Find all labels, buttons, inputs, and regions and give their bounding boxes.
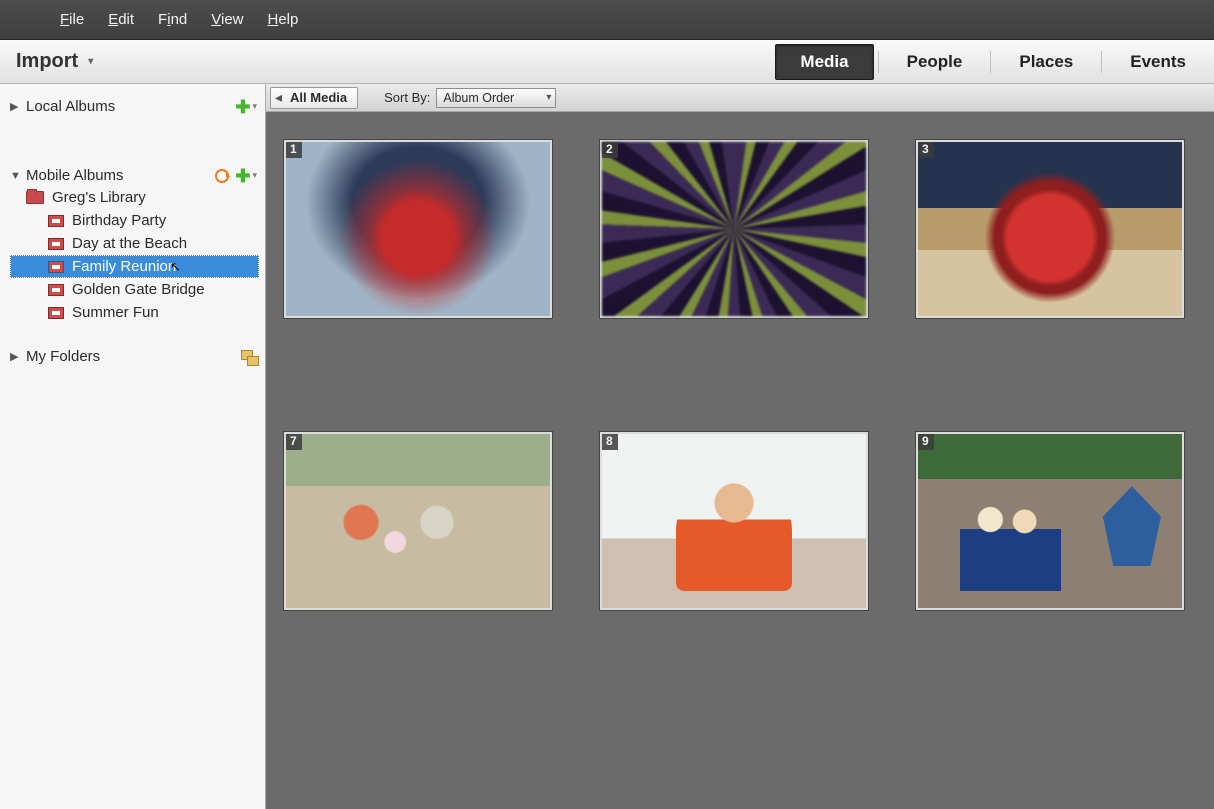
sort-select[interactable]: Album Order	[436, 88, 556, 108]
main-area: ▶Local Albums ✚▾ ▼Mobile Albums ✚▾ Gr	[0, 84, 1214, 809]
separator	[990, 51, 991, 73]
album-icon	[48, 238, 64, 250]
chevron-down-icon: ▾	[252, 170, 257, 181]
plus-icon[interactable]: ✚	[235, 169, 250, 183]
thumbnail-image	[918, 142, 1182, 316]
thumbnail-number: 8	[602, 434, 618, 450]
section-my-folders: ▶ My Folders	[10, 346, 259, 367]
album-icon	[48, 261, 64, 273]
mobile-albums-label: Mobile Albums	[26, 167, 124, 184]
album-label: Golden Gate Bridge	[72, 281, 205, 298]
caret-right-icon: ▶	[10, 100, 20, 113]
import-label: Import	[16, 50, 78, 73]
sidebar-album-item[interactable]: Summer Fun	[10, 301, 259, 324]
thumbnail[interactable]: 8	[600, 432, 868, 610]
thumbnail-number: 1	[286, 142, 302, 158]
thumbnail-image	[602, 142, 866, 316]
all-media-label: All Media	[290, 90, 347, 105]
thumbnail-number: 9	[918, 434, 934, 450]
content-area: ◂ All Media Sort By: Album Order 1 2 3 7 8 9	[266, 84, 1214, 809]
chevron-down-icon: ▾	[88, 56, 93, 67]
thumbnail[interactable]: 9	[916, 432, 1184, 610]
thumbnail[interactable]: 2	[600, 140, 868, 318]
separator	[1101, 51, 1102, 73]
import-button[interactable]: Import ▾	[16, 50, 93, 73]
tab-places[interactable]: Places	[995, 44, 1097, 80]
back-icon: ◂	[275, 89, 282, 106]
thumbnail-number: 7	[286, 434, 302, 450]
my-folders-header[interactable]: ▶ My Folders	[10, 346, 259, 367]
all-media-breadcrumb[interactable]: ◂ All Media	[270, 87, 358, 109]
sync-icon[interactable]	[215, 169, 229, 183]
sidebar-album-item[interactable]: Golden Gate Bridge	[10, 278, 259, 301]
tab-events[interactable]: Events	[1106, 44, 1210, 80]
filter-bar: ◂ All Media Sort By: Album Order	[266, 84, 1214, 112]
thumbnail[interactable]: 7	[284, 432, 552, 610]
album-icon	[48, 284, 64, 296]
thumbnail-image	[918, 434, 1182, 608]
sort-controls: Sort By: Album Order	[384, 88, 556, 108]
sidebar: ▶Local Albums ✚▾ ▼Mobile Albums ✚▾ Gr	[0, 84, 266, 809]
thumbnail-grid: 1 2 3 7 8 9	[284, 140, 1196, 610]
chevron-down-icon: ▾	[252, 101, 257, 112]
caret-right-icon: ▶	[10, 350, 20, 363]
thumbnail[interactable]: 1	[284, 140, 552, 318]
album-label: Birthday Party	[72, 212, 166, 229]
menu-find[interactable]: Find	[158, 11, 187, 28]
menu-bar: File Edit Find View Help	[0, 0, 1214, 40]
section-mobile-albums: ▼ Mobile Albums ✚▾ Greg's Library Birthda…	[10, 165, 259, 324]
view-tabs: Media People Places Events	[775, 40, 1214, 83]
sort-value: Album Order	[443, 91, 514, 105]
sidebar-album-item[interactable]: Day at the Beach	[10, 232, 259, 255]
library-label: Greg's Library	[52, 189, 146, 206]
thumbnail-number: 3	[918, 142, 934, 158]
tab-media[interactable]: Media	[775, 44, 873, 80]
folder-tree-icon[interactable]	[241, 350, 257, 364]
sidebar-album-item[interactable]: Birthday Party	[10, 209, 259, 232]
section-local-albums: ▶ Local Albums ✚▾	[10, 96, 259, 117]
thumbnail-scroll[interactable]: 1 2 3 7 8 9	[266, 112, 1214, 809]
library-node[interactable]: Greg's Library	[10, 186, 259, 209]
tab-people[interactable]: People	[883, 44, 987, 80]
album-icon	[48, 307, 64, 319]
thumbnail-number: 2	[602, 142, 618, 158]
caret-down-icon: ▼	[10, 170, 20, 182]
thumbnail[interactable]: 3	[916, 140, 1184, 318]
thumbnail-image	[602, 434, 866, 608]
folder-icon	[26, 191, 44, 204]
thumbnail-image	[286, 434, 550, 608]
menu-file[interactable]: File	[60, 11, 84, 28]
sidebar-album-item[interactable]: Family Reunion	[10, 255, 259, 278]
local-albums-label: Local Albums	[26, 98, 115, 115]
my-folders-label: My Folders	[26, 348, 100, 365]
toolbar: Import ▾ Media People Places Events	[0, 40, 1214, 84]
mobile-albums-header[interactable]: ▼ Mobile Albums ✚▾	[10, 165, 259, 186]
album-label: Summer Fun	[72, 304, 159, 321]
album-list: Birthday Party Day at the Beach Family Reu…	[10, 209, 259, 324]
album-tree: ▶Local Albums ✚▾ ▼Mobile Albums ✚▾ Gr	[0, 84, 265, 415]
menu-view[interactable]: View	[211, 11, 243, 28]
local-albums-header[interactable]: ▶ Local Albums ✚▾	[10, 96, 259, 117]
album-icon	[48, 215, 64, 227]
album-label: Family Reunion	[72, 258, 176, 275]
menu-help[interactable]: Help	[268, 11, 299, 28]
album-label: Day at the Beach	[72, 235, 187, 252]
sort-by-label: Sort By:	[384, 90, 430, 105]
thumbnail-image	[286, 142, 550, 316]
plus-icon[interactable]: ✚	[235, 100, 250, 114]
separator	[878, 51, 879, 73]
menu-edit[interactable]: Edit	[108, 11, 134, 28]
